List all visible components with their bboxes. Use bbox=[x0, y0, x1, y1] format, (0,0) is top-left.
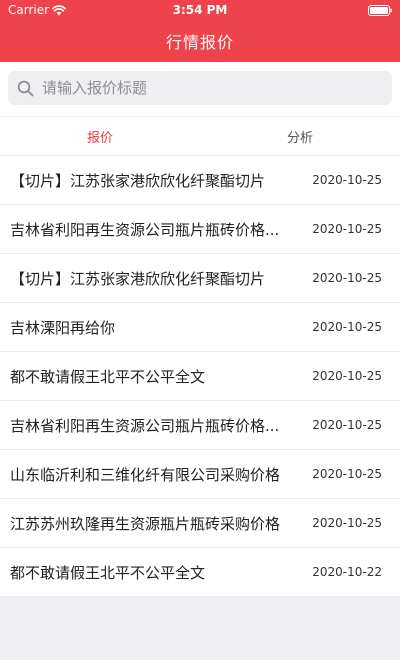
list-item-date: 2020-10-25 bbox=[312, 369, 382, 383]
search-box[interactable] bbox=[8, 71, 392, 105]
list-item-title: 吉林溧阳再给你 bbox=[10, 318, 116, 337]
tab-quote[interactable]: 报价 bbox=[0, 117, 200, 155]
list-item-title: 【切片】江苏张家港欣欣化纤聚酯切片 bbox=[10, 171, 266, 190]
header: Carrier 3:54 PM 行情报价 bbox=[0, 0, 400, 62]
list-item-title: 都不敢请假王北平不公平全文 bbox=[10, 563, 206, 582]
list-item-title: 吉林省利阳再生资源公司瓶片瓶砖价格... bbox=[10, 220, 280, 239]
list-item-title: 都不敢请假王北平不公平全文 bbox=[10, 367, 206, 386]
tab-quote-label: 报价 bbox=[86, 130, 113, 146]
list-item-title: 吉林省利阳再生资源公司瓶片瓶砖价格... bbox=[10, 416, 280, 435]
app-screen: Carrier 3:54 PM 行情报价 请输入报价标题 报价 分析 【切片】江… bbox=[0, 0, 400, 660]
list-item-date: 2020-10-25 bbox=[312, 320, 382, 334]
list-item-date: 2020-10-25 bbox=[312, 222, 382, 236]
search-area bbox=[0, 62, 400, 116]
list-item[interactable]: 江苏苏州玖隆再生资源瓶片瓶砖采购价格 2020-10-25 bbox=[0, 499, 400, 548]
quote-list: 【切片】江苏张家港欣欣化纤聚酯切片 2020-10-25 吉林省利阳再生资源公司… bbox=[0, 156, 400, 597]
list-item[interactable]: 山东临沂利和三维化纤有限公司采购价格 2020-10-25 bbox=[0, 450, 400, 499]
tab-bar: 报价 分析 bbox=[0, 116, 400, 156]
list-item[interactable]: 吉林溧阳再给你 2020-10-25 bbox=[0, 303, 400, 352]
list-item[interactable]: 都不敢请假王北平不公平全文 2020-10-22 bbox=[0, 548, 400, 597]
list-item[interactable]: 【切片】江苏张家港欣欣化纤聚酯切片 2020-10-25 bbox=[0, 254, 400, 303]
list-item-date: 2020-10-25 bbox=[312, 418, 382, 432]
battery-icon bbox=[368, 5, 392, 16]
status-time: 3:54 PM bbox=[172, 3, 228, 17]
page-title: 行情报价 bbox=[165, 33, 234, 52]
list-item-date: 2020-10-25 bbox=[312, 173, 382, 187]
list-item-title: 山东临沂利和三维化纤有限公司采购价格 bbox=[10, 465, 281, 484]
tab-analysis-label: 分析 bbox=[286, 130, 313, 146]
nav-bar: 行情报价 bbox=[0, 20, 400, 62]
list-item-title: 江苏苏州玖隆再生资源瓶片瓶砖采购价格 bbox=[10, 514, 281, 533]
list-item-date: 2020-10-25 bbox=[312, 516, 382, 530]
status-bar: Carrier 3:54 PM bbox=[0, 0, 400, 20]
list-item-date: 2020-10-22 bbox=[312, 565, 382, 579]
list-item[interactable]: 吉林省利阳再生资源公司瓶片瓶砖价格... 2020-10-25 bbox=[0, 401, 400, 450]
tab-analysis[interactable]: 分析 bbox=[200, 117, 400, 155]
list-item-title: 【切片】江苏张家港欣欣化纤聚酯切片 bbox=[10, 269, 266, 288]
search-icon bbox=[17, 80, 34, 96]
search-input[interactable] bbox=[42, 79, 372, 97]
list-item[interactable]: 【切片】江苏张家港欣欣化纤聚酯切片 2020-10-25 bbox=[0, 156, 400, 205]
list-item[interactable]: 吉林省利阳再生资源公司瓶片瓶砖价格... 2020-10-25 bbox=[0, 205, 400, 254]
list-item-date: 2020-10-25 bbox=[312, 271, 382, 285]
list-item-date: 2020-10-25 bbox=[312, 467, 382, 481]
list-item[interactable]: 都不敢请假王北平不公平全文 2020-10-25 bbox=[0, 352, 400, 401]
